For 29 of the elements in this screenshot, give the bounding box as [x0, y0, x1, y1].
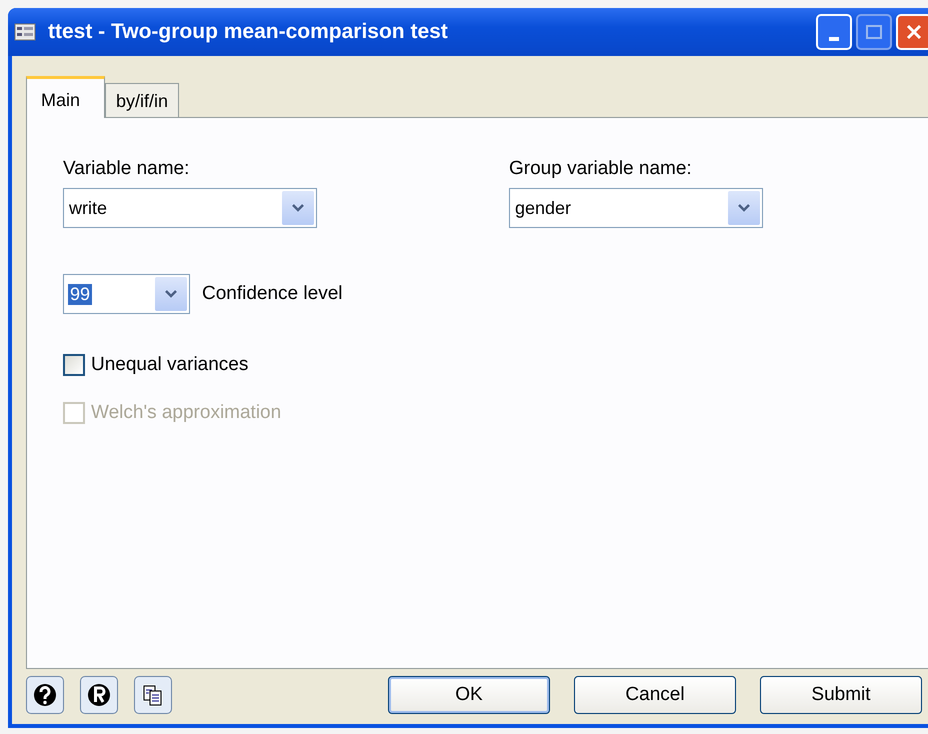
- field-label: Variable name:: [63, 158, 190, 180]
- minimize-button[interactable]: [816, 14, 852, 50]
- field-label: Group variable name:: [509, 158, 693, 180]
- tab[interactable]: by/if/in: [105, 83, 180, 117]
- question-mark-icon: [32, 682, 58, 708]
- close-button[interactable]: [896, 14, 928, 50]
- checkbox[interactable]: [63, 354, 85, 376]
- dialog-button[interactable]: OK: [388, 676, 550, 714]
- copy-button[interactable]: [134, 676, 172, 714]
- chevron-down-icon: [165, 290, 177, 298]
- maximize-icon: [865, 24, 883, 40]
- minimize-icon: [829, 37, 839, 41]
- help-button[interactable]: [26, 676, 64, 714]
- variable-dropdown[interactable]: write: [63, 188, 317, 228]
- circled-r-icon: [86, 682, 112, 708]
- tab[interactable]: Main: [26, 76, 106, 118]
- checkbox-label: Welch's approximation: [91, 402, 282, 424]
- chevron-down-icon: [738, 204, 750, 212]
- chevron-down-icon: [292, 204, 304, 212]
- close-icon: [906, 24, 922, 40]
- field-label: Confidence level: [202, 283, 342, 305]
- group-variable-dropdown[interactable]: gender: [509, 188, 763, 228]
- form-icon: [14, 23, 36, 41]
- checkbox-label: Unequal variances: [91, 354, 248, 376]
- confidence-dropdown[interactable]: 99: [63, 274, 190, 314]
- reset-button[interactable]: [80, 676, 118, 714]
- dialog-button[interactable]: Submit: [760, 676, 922, 714]
- dialog-button[interactable]: Cancel: [574, 676, 736, 714]
- window-title: ttest - Two-group mean-comparison test: [48, 20, 448, 44]
